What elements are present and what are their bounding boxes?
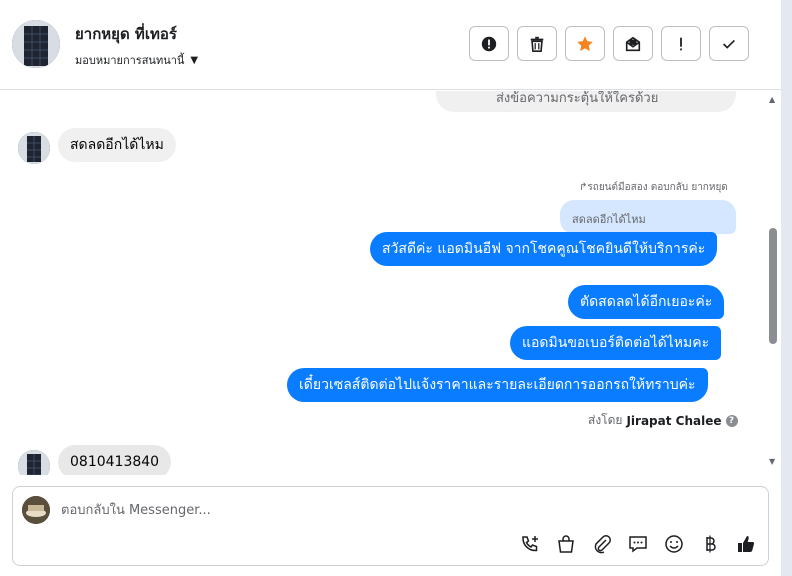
assign-conversation-dropdown[interactable]: มอบหมายการสนทนานี้ ▼: [75, 51, 198, 69]
paperclip-icon: [594, 535, 611, 554]
reply-composer: [12, 486, 769, 566]
phone-plus-icon: [522, 536, 538, 552]
report-spam-button[interactable]: [469, 26, 509, 61]
star-button[interactable]: [565, 26, 605, 61]
check-icon: [723, 39, 735, 49]
outer-scroll-strip: [781, 0, 792, 576]
contact-avatar-small[interactable]: [18, 132, 50, 164]
contact-avatar[interactable]: [12, 20, 60, 68]
message-list[interactable]: ส่งข้อความกระตุ้นให้ใครด้วยเสียงแล้ว สดล…: [0, 91, 781, 475]
incoming-message[interactable]: สดลดอีกได้ไหม: [58, 128, 176, 162]
reply-meta: ↱รถยนต์มือสอง ตอบกลับ ยากหยุด: [579, 182, 728, 193]
message-input[interactable]: [61, 499, 751, 521]
saved-replies-button[interactable]: [627, 533, 649, 555]
envelope-open-icon: [625, 36, 641, 51]
trash-icon: [530, 36, 544, 52]
page-avatar: [22, 496, 50, 524]
alert-octagon-icon: [481, 36, 497, 51]
previous-message-bubble: ส่งข้อความกระตุ้นให้ใครด้วยเสียงแล้ว: [436, 91, 736, 112]
shop-button[interactable]: [555, 533, 577, 555]
exclamation-icon: [680, 37, 682, 50]
help-icon[interactable]: ?: [725, 414, 738, 427]
quoted-message[interactable]: สดลดอีกได้ไหม: [560, 200, 736, 234]
message-scrollbar[interactable]: ▲ ▼: [766, 91, 780, 475]
mark-unread-button[interactable]: [613, 26, 653, 61]
outgoing-message[interactable]: สวัสดีค่ะ แอดมินอีฟ จากโชคคูณโชคยินดีให้…: [370, 232, 718, 266]
smiley-icon: [665, 535, 683, 553]
mark-done-button[interactable]: [709, 26, 749, 61]
outgoing-message[interactable]: เดี๋ยวเซลส์ติดต่อไปแจ้งราคาและรายละเอียด…: [287, 368, 708, 402]
sender-name: Jirapat Chalee: [626, 413, 722, 428]
scroll-up-arrow-icon[interactable]: ▲: [769, 95, 775, 104]
thumbs-up-icon: [738, 536, 755, 552]
contact-name[interactable]: ยากหยุด ที่เทอร์: [75, 22, 177, 46]
header-actions: [469, 26, 749, 61]
payment-button[interactable]: [699, 533, 721, 555]
delete-button[interactable]: [517, 26, 557, 61]
caret-down-icon: ▼: [190, 54, 199, 66]
star-icon: [577, 35, 593, 51]
like-button[interactable]: [735, 533, 757, 555]
scroll-thumb[interactable]: [769, 228, 777, 344]
emoji-button[interactable]: [663, 533, 685, 555]
incoming-message[interactable]: 0810413840: [58, 445, 172, 475]
shopping-bag-icon: [558, 535, 574, 553]
composer-tools: [519, 533, 757, 555]
outgoing-message[interactable]: ตัดสดลดได้อีกเยอะค่ะ: [568, 285, 725, 319]
contact-avatar-small[interactable]: [18, 450, 50, 475]
conversation-header: ยากหยุด ที่เทอร์ มอบหมายการสนทนานี้ ▼: [0, 0, 781, 90]
baht-icon: [706, 535, 716, 553]
outgoing-message[interactable]: แอดมินขอเบอร์ติดต่อได้ไหมคะ: [510, 326, 722, 360]
chat-bubble-icon: [629, 536, 647, 553]
scroll-down-arrow-icon[interactable]: ▼: [769, 457, 775, 466]
add-call-button[interactable]: [519, 533, 541, 555]
sent-by-label: ส่งโดย Jirapat Chalee ?: [588, 411, 738, 430]
messenger-page: ยากหยุด ที่เทอร์ มอบหมายการสนทนานี้ ▼ ส่…: [0, 0, 792, 576]
assign-label: มอบหมายการสนทนานี้: [75, 54, 185, 67]
follow-up-button[interactable]: [661, 26, 701, 61]
attach-button[interactable]: [591, 533, 613, 555]
